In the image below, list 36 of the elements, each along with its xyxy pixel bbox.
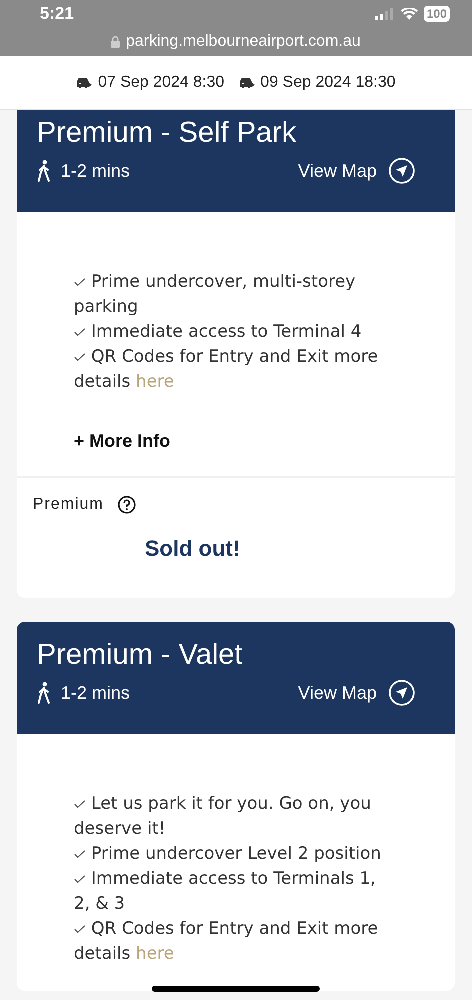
walking-person-icon <box>37 682 51 704</box>
booking-date: 07 Sep 2024 8:30 <box>98 74 225 92</box>
card-title: Premium - Self Park <box>37 116 298 151</box>
card-title: Premium - Valet <box>37 638 244 673</box>
feature-text: QR Codes for Entry and Exit more details here <box>74 346 380 394</box>
check-icon <box>74 924 86 934</box>
walk-time: 1-2 mins <box>61 682 130 704</box>
signal-icon <box>374 8 395 20</box>
help-icon <box>118 496 136 514</box>
view-map-link[interactable]: View Map <box>298 160 377 182</box>
feature-text: Let us park it for you. Go on, you deserve it! <box>74 793 372 841</box>
feature-text: Immediate access to Terminal 4 <box>74 320 392 345</box>
check-icon <box>74 850 86 859</box>
availability-status: Sold out! <box>145 536 242 562</box>
clock-time: 5:21 <box>40 4 74 24</box>
walk-time: 1-2 mins <box>61 160 130 182</box>
feature-text: Prime undercover, multi-storey parking <box>74 271 357 319</box>
car-icon <box>76 76 92 89</box>
check-icon <box>74 278 86 287</box>
feature-text: Immediate access to Terminals 1, 2, & 3 <box>74 868 377 916</box>
check-icon <box>74 328 86 337</box>
car-icon <box>238 76 255 89</box>
check-icon <box>74 874 86 884</box>
lock-icon <box>111 36 120 48</box>
wifi-icon <box>400 8 418 20</box>
url-text: parking.melbourneairport.com.au <box>126 33 361 51</box>
feature-text: Prime undercover Level 2 position <box>74 842 392 867</box>
more-info-link[interactable]: + More Info <box>74 431 171 452</box>
feature-text: QR Codes for Entry and Exit more details here <box>74 918 380 966</box>
product-name: Premium <box>33 496 104 514</box>
view-map-link[interactable]: View Map <box>298 682 377 704</box>
check-icon <box>74 352 86 362</box>
battery-level: 100 <box>424 6 450 22</box>
check-icon <box>74 800 86 809</box>
walking-person-icon <box>37 160 51 182</box>
booking-date: 09 Sep 2024 18:30 <box>260 74 396 92</box>
